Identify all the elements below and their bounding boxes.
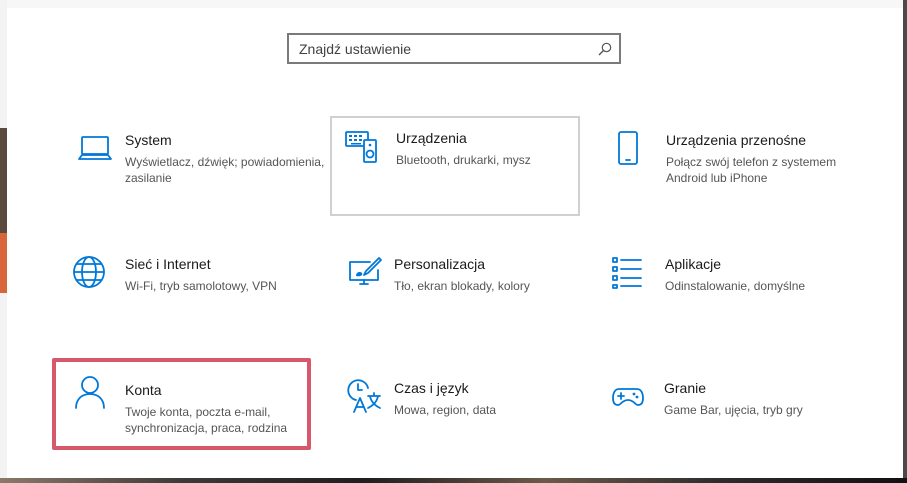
- search-icon[interactable]: [597, 41, 613, 57]
- phone-icon: [618, 131, 638, 165]
- window-top-edge: [0, 0, 907, 8]
- laptop-icon: [78, 136, 112, 160]
- background-window-bottom: [0, 478, 907, 483]
- keyboard-speaker-icon: [345, 131, 377, 163]
- person-icon: [75, 376, 105, 409]
- tile-system[interactable]: System Wyświetlacz, dźwięk; powiadomieni…: [57, 118, 324, 218]
- tile-network[interactable]: Sieć i Internet Wi-Fi, tryb samolotowy, …: [57, 242, 307, 342]
- gamepad-icon: [612, 388, 644, 406]
- search-box[interactable]: [287, 33, 621, 64]
- tile-accounts[interactable]: Konta Twoje konta, poczta e-mail, synchr…: [52, 358, 311, 450]
- tile-title: Czas i język: [394, 380, 469, 396]
- tile-title: System: [125, 132, 172, 148]
- tile-description: Tło, ekran blokady, kolory: [394, 279, 530, 293]
- tile-phone[interactable]: Urządzenia przenośne Połącz swój telefon…: [598, 118, 848, 218]
- tile-personalization[interactable]: Personalizacja Tło, ekran blokady, kolor…: [326, 242, 576, 342]
- tile-title: Personalizacja: [394, 256, 486, 272]
- tile-devices[interactable]: Urządzenia Bluetooth, drukarki, mysz: [330, 116, 580, 216]
- tile-apps[interactable]: Aplikacje Odinstalowanie, domyślne: [597, 242, 847, 342]
- time-language-icon: [347, 379, 381, 413]
- tile-time-language[interactable]: Czas i język Mowa, region, data: [326, 366, 576, 466]
- globe-icon: [73, 256, 105, 288]
- tile-title: Urządzenia przenośne: [666, 132, 807, 148]
- tile-description: Wi-Fi, tryb samolotowy, VPN: [125, 279, 277, 293]
- tile-description: Połącz swój telefon z systemem Android l…: [666, 155, 837, 185]
- tile-description: Odinstalowanie, domyślne: [665, 279, 806, 293]
- tile-description: Game Bar, ujęcia, tryb gry: [664, 403, 803, 417]
- tile-description: Twoje konta, poczta e-mail, synchronizac…: [125, 405, 288, 435]
- tile-gaming[interactable]: Granie Game Bar, ujęcia, tryb gry: [596, 366, 846, 466]
- search-input[interactable]: [289, 35, 599, 62]
- tile-title: Aplikacje: [665, 256, 722, 272]
- tile-title: Konta: [125, 382, 162, 398]
- tile-description: Bluetooth, drukarki, mysz: [396, 153, 531, 167]
- tile-description: Mowa, region, data: [394, 403, 497, 417]
- paint-screen-icon: [349, 257, 382, 285]
- tile-description: Wyświetlacz, dźwięk; powiadomienia, zasi…: [125, 155, 325, 185]
- background-window-right: [903, 0, 907, 483]
- tile-title: Urządzenia: [396, 130, 467, 146]
- apps-list-icon: [612, 257, 642, 289]
- background-window-left: [0, 0, 7, 483]
- tile-title: Granie: [664, 380, 707, 396]
- tile-title: Sieć i Internet: [125, 256, 211, 272]
